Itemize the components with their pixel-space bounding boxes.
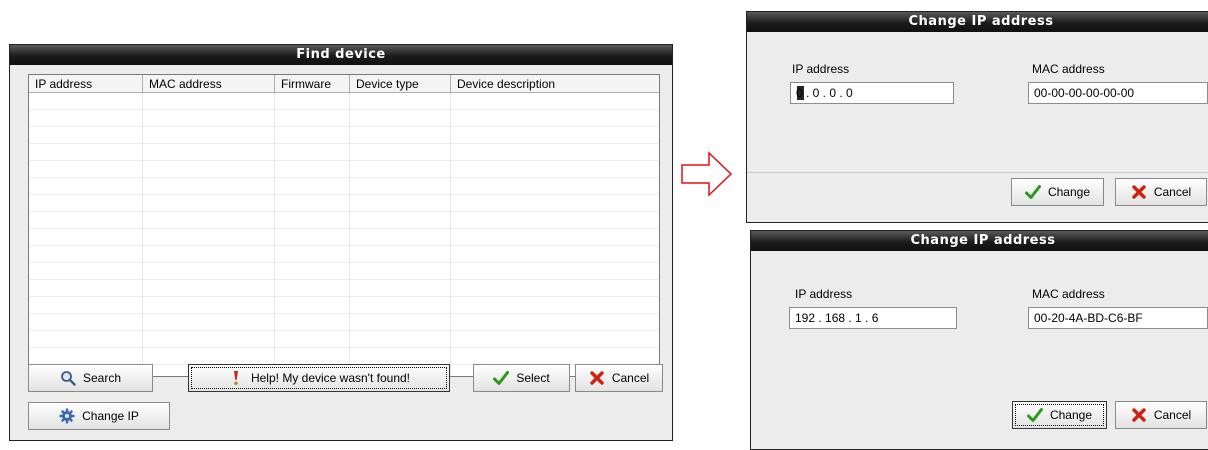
mac-address-label: MAC address: [1032, 62, 1105, 76]
help-button-label: Help! My device wasn't found!: [250, 371, 411, 385]
device-list[interactable]: IP address MAC address Firmware Device t…: [28, 74, 660, 377]
change-ip-button-label: Change IP: [82, 409, 139, 423]
cancel-button-label: Cancel: [1153, 408, 1192, 422]
dialog-separator: [747, 172, 1208, 173]
table-row[interactable]: [29, 297, 659, 314]
change-button[interactable]: Change: [1012, 401, 1107, 429]
ip-address-field[interactable]: 192 . 168 . 1 . 6: [789, 307, 957, 329]
exclamation-icon: [233, 371, 238, 385]
change-ip-button[interactable]: Change IP: [28, 402, 170, 430]
mac-address-field[interactable]: 00-00-00-00-00-00: [1028, 82, 1208, 104]
search-button[interactable]: Search: [28, 364, 153, 392]
table-row[interactable]: [29, 178, 659, 195]
select-button-label: Select: [516, 371, 550, 385]
ip-address-field[interactable]: 0 . 0 . 0 . 0: [790, 82, 954, 104]
table-row[interactable]: [29, 161, 659, 178]
cancel-button[interactable]: Cancel: [1115, 401, 1207, 429]
mac-address-label: MAC address: [1032, 287, 1105, 301]
table-row[interactable]: [29, 348, 659, 365]
red-x-icon: [590, 371, 604, 385]
table-row[interactable]: [29, 246, 659, 263]
help-device-not-found-button[interactable]: Help! My device wasn't found!: [188, 364, 450, 392]
table-row[interactable]: [29, 263, 659, 280]
column-mac-address[interactable]: MAC address: [143, 75, 275, 93]
column-device-description[interactable]: Device description: [451, 75, 659, 93]
ip-address-label: IP address: [792, 62, 850, 76]
column-ip-address[interactable]: IP address: [29, 75, 143, 93]
table-row[interactable]: [29, 212, 659, 229]
search-button-label: Search: [82, 371, 122, 385]
magnifier-icon: [61, 371, 76, 386]
cancel-button-label: Cancel: [611, 371, 650, 385]
table-row[interactable]: [29, 314, 659, 331]
cancel-button-label: Cancel: [1153, 185, 1192, 199]
dialog-empty-title: Change IP address: [747, 12, 1208, 32]
change-button-label: Change: [1049, 408, 1093, 422]
cancel-button[interactable]: Cancel: [575, 364, 663, 392]
table-row[interactable]: [29, 280, 659, 297]
table-row[interactable]: [29, 195, 659, 212]
select-button[interactable]: Select: [473, 364, 570, 392]
find-device-window: Find device IP address MAC address Firmw…: [9, 44, 673, 441]
checkmark-icon: [1024, 185, 1041, 199]
text-cursor: [797, 86, 804, 100]
table-row[interactable]: [29, 93, 659, 110]
table-row[interactable]: [29, 229, 659, 246]
checkmark-icon: [1026, 408, 1043, 422]
change-ip-dialog-empty: Change IP address IP address 0 . 0 . 0 .…: [746, 11, 1208, 223]
gear-icon: [59, 408, 75, 424]
change-button[interactable]: Change: [1011, 178, 1104, 206]
cancel-button[interactable]: Cancel: [1115, 178, 1207, 206]
change-ip-dialog-filled: Change IP address IP address 192 . 168 .…: [750, 230, 1208, 450]
red-x-icon: [1132, 185, 1146, 199]
column-device-type[interactable]: Device type: [350, 75, 451, 93]
dialog-filled-title: Change IP address: [751, 231, 1208, 251]
table-row[interactable]: [29, 110, 659, 127]
table-row[interactable]: [29, 331, 659, 348]
table-row[interactable]: [29, 144, 659, 161]
column-firmware[interactable]: Firmware: [275, 75, 350, 93]
change-button-label: Change: [1047, 185, 1091, 199]
ip-address-label: IP address: [795, 287, 853, 301]
mac-address-field[interactable]: 00-20-4A-BD-C6-BF: [1028, 307, 1208, 329]
checkmark-icon: [493, 371, 510, 385]
table-row[interactable]: [29, 127, 659, 144]
right-arrow-icon: [681, 151, 733, 197]
find-device-title: Find device: [10, 45, 672, 65]
red-x-icon: [1132, 408, 1146, 422]
